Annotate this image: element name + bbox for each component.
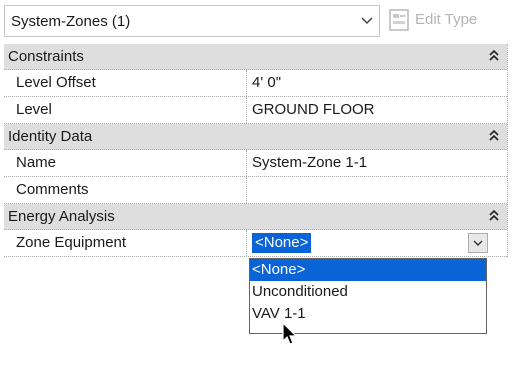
property-name: Zone Equipment — [16, 234, 127, 251]
property-value[interactable]: GROUND FLOOR — [252, 101, 375, 118]
type-selector-row: System-Zones (1) Edit Type — [0, 0, 515, 44]
column-divider — [246, 70, 247, 96]
chevron-down-icon — [473, 240, 483, 246]
type-selector-dropdown[interactable]: System-Zones (1) — [4, 5, 380, 37]
column-divider — [246, 177, 247, 203]
property-row-level[interactable]: Level GROUND FLOOR — [4, 97, 507, 124]
section-title: Constraints — [8, 48, 84, 65]
property-name: Comments — [16, 181, 89, 198]
dropdown-option-none[interactable]: <None> — [250, 259, 486, 281]
section-title: Identity Data — [8, 128, 93, 145]
zone-equipment-combobox[interactable]: <None> — [250, 233, 488, 254]
edit-type-icon — [389, 9, 409, 31]
section-title: Energy Analysis — [8, 208, 115, 225]
section-constraints[interactable]: Constraints — [4, 44, 507, 70]
column-divider — [246, 230, 247, 256]
section-identity-data[interactable]: Identity Data — [4, 124, 507, 150]
dropdown-option-unconditioned[interactable]: Unconditioned — [250, 281, 486, 303]
property-row-comments[interactable]: Comments — [4, 177, 507, 204]
property-name: Name — [16, 154, 57, 171]
column-divider — [246, 150, 247, 176]
property-name: Level Offset — [16, 74, 96, 91]
properties-palette: System-Zones (1) Edit Type Constraints L… — [0, 0, 515, 365]
property-value[interactable]: System-Zone 1-1 — [252, 154, 367, 171]
zone-equipment-value: <None> — [252, 233, 312, 253]
collapse-icon[interactable] — [489, 129, 499, 143]
collapse-icon[interactable] — [489, 49, 499, 63]
type-selector-value: System-Zones (1) — [11, 13, 131, 30]
property-row-name[interactable]: Name System-Zone 1-1 — [4, 150, 507, 177]
column-divider — [246, 97, 247, 123]
property-name: Level — [16, 101, 52, 118]
section-energy-analysis[interactable]: Energy Analysis — [4, 204, 507, 230]
property-row-level-offset[interactable]: Level Offset 4' 0" — [4, 70, 507, 97]
dropdown-toggle-button[interactable] — [468, 233, 488, 253]
collapse-icon[interactable] — [489, 209, 499, 223]
properties-grid: Constraints Level Offset 4' 0" Level GRO… — [4, 44, 508, 257]
mouse-cursor-icon — [282, 322, 298, 345]
chevron-down-icon — [361, 17, 373, 25]
property-value[interactable]: 4' 0" — [252, 74, 281, 91]
edit-type-label: Edit Type — [415, 11, 478, 28]
property-row-zone-equipment[interactable]: Zone Equipment <None> — [4, 230, 507, 257]
